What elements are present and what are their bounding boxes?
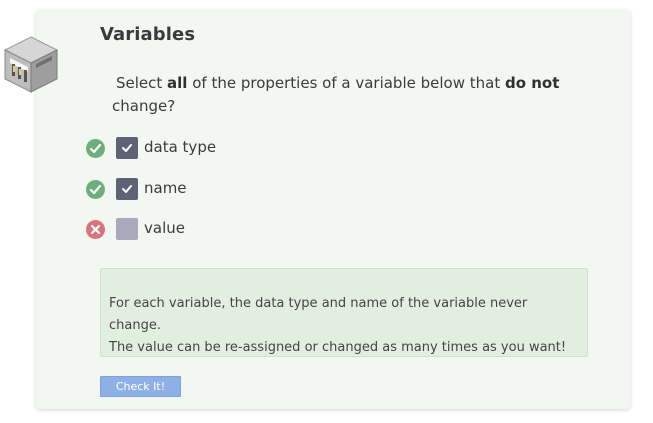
option-data-type[interactable]: data type [84,136,384,160]
option-label: data type [144,138,217,156]
question-text: Select all of the properties of a variab… [112,74,560,115]
codio-cube-logo [2,34,60,96]
checkbox-data-type[interactable] [116,137,138,159]
correct-check-icon [86,139,105,158]
incorrect-x-icon [86,220,105,239]
checkbox-value[interactable] [116,218,138,240]
option-label: value [144,219,185,237]
feedback-text: For each variable, the data type and nam… [109,296,567,355]
feedback-panel: For each variable, the data type and nam… [100,268,588,357]
option-name[interactable]: name [84,177,384,201]
option-label: name [144,179,187,197]
emphasis-all: all [167,74,188,92]
page-title: Variables [100,24,196,45]
emphasis-do-not: do not [504,74,560,92]
correct-check-icon [86,180,105,199]
check-it-button[interactable]: Check It! [100,376,181,397]
option-value[interactable]: value [84,217,384,241]
checkbox-name[interactable] [116,178,138,200]
